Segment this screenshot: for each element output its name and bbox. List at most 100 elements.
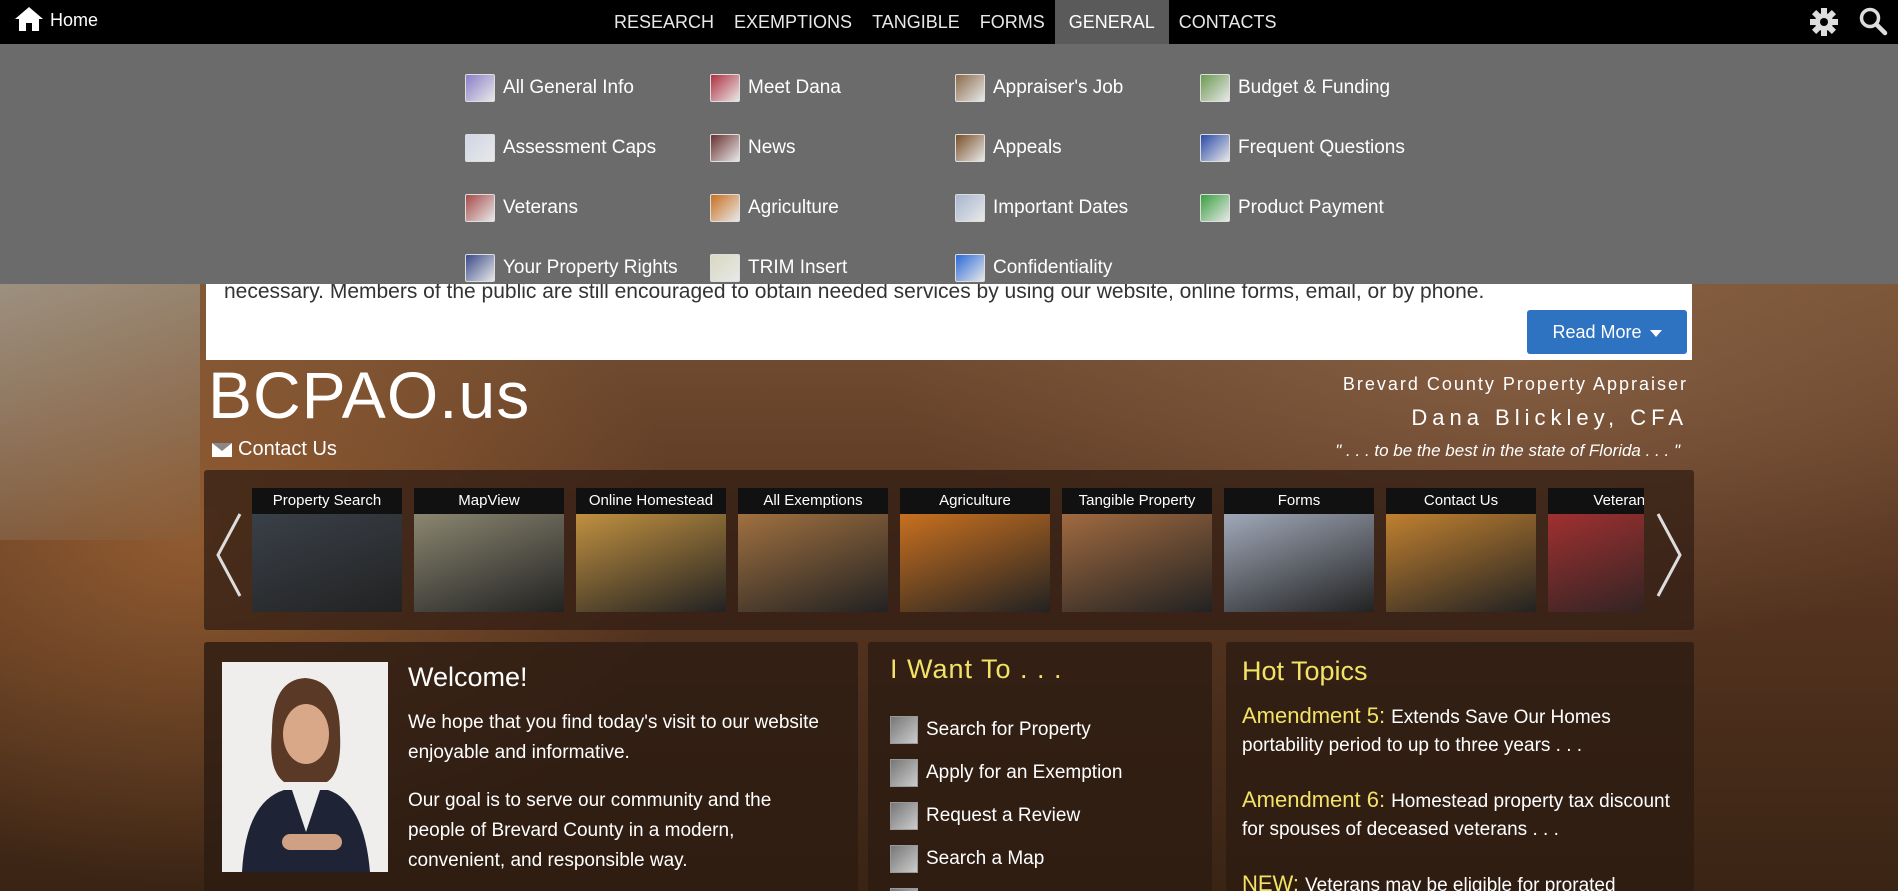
carousel-tile[interactable]: Online Homestead <box>576 488 726 612</box>
carousel-tile[interactable]: Veterans <box>1548 488 1644 612</box>
site-logo[interactable]: BCPAO.us <box>208 362 530 428</box>
menu-item-news[interactable]: News <box>710 118 955 178</box>
top-navigation: Home RESEARCH EXEMPTIONS TANGIBLE FORMS … <box>0 0 1898 44</box>
menu-item-label: Confidentiality <box>993 257 1113 278</box>
carousel-tile[interactable]: All Exemptions <box>738 488 888 612</box>
carousel-tile[interactable]: MapView <box>414 488 564 612</box>
hot-topic-head: Amendment 5: <box>1242 703 1386 728</box>
menu-item-all-general-info[interactable]: All General Info <box>465 58 710 118</box>
org-header: Brevard County Property Appraiser Dana B… <box>1335 374 1688 461</box>
menu-item-label: Important Dates <box>993 197 1129 218</box>
i-want-to-panel: I Want To . . . Search for Property Apply… <box>868 642 1212 891</box>
building-icon <box>890 715 918 744</box>
hot-topic-item[interactable]: Amendment 5: Extends Save Our Homes porta… <box>1242 702 1682 760</box>
hot-topic-item[interactable]: NEW: Veterans may be eligible for prorate… <box>1242 870 1682 891</box>
carousel-tiles: Property Search MapView Online Homestead Al… <box>252 488 1644 612</box>
lock-icon <box>955 254 985 282</box>
carousel-tile-label: Property Search <box>252 488 402 514</box>
carousel-tile-label: Contact Us <box>1386 488 1536 514</box>
carousel-tile-label: Tangible Property <box>1062 488 1212 514</box>
hot-topic-item[interactable]: Amendment 6: Homestead property tax disco… <box>1242 786 1682 844</box>
nav-tangible[interactable]: TANGIBLE <box>862 0 970 44</box>
menu-item-frequent-questions[interactable]: Frequent Questions <box>1200 118 1445 178</box>
nav-contacts[interactable]: CONTACTS <box>1169 0 1287 44</box>
carousel-tile[interactable]: Forms <box>1224 488 1374 612</box>
carousel-tile-image <box>576 514 726 612</box>
carousel-tile-image <box>1062 514 1212 612</box>
carousel-tile-label: Veterans <box>1548 488 1644 514</box>
carousel-tile-label: MapView <box>414 488 564 514</box>
menu-item-label: Meet Dana <box>748 77 841 98</box>
menu-item-trim-insert[interactable]: TRIM Insert <box>710 238 955 298</box>
i-want-to-item[interactable]: Report Homestead Fraud <box>890 880 1140 891</box>
menu-item-label: News <box>748 137 796 158</box>
carousel-tile[interactable]: Property Search <box>252 488 402 612</box>
home-link[interactable]: Home <box>14 6 98 32</box>
menu-item-meet-dana[interactable]: Meet Dana <box>710 58 955 118</box>
contact-us-label: Contact Us <box>238 438 337 460</box>
menu-item-budget-funding[interactable]: Budget & Funding <box>1200 58 1445 118</box>
read-more-button[interactable]: Read More <box>1527 310 1687 354</box>
i-want-to-item[interactable]: Apply for an Exemption <box>890 751 1140 794</box>
carousel-tile-image <box>1224 514 1374 612</box>
nav-exemptions[interactable]: EXEMPTIONS <box>724 0 862 44</box>
gear-icon[interactable] <box>1808 6 1840 38</box>
pen-icon <box>465 134 495 162</box>
i-want-to-label: Search for Property <box>926 718 1091 740</box>
i-want-to-list: Search for Property Apply for an Exemptio… <box>890 708 1140 891</box>
map-icon <box>890 844 918 873</box>
quick-links-carousel: Property Search MapView Online Homestead Al… <box>204 470 1694 630</box>
hot-topic-head: Amendment 6: <box>1242 787 1386 812</box>
carousel-tile-image <box>738 514 888 612</box>
i-want-to-item[interactable]: Search a Map <box>890 837 1140 880</box>
veterans-flag-icon <box>465 194 495 222</box>
menu-item-appraiser-s-job[interactable]: Appraiser's Job <box>955 58 1200 118</box>
menu-item-label: TRIM Insert <box>748 257 848 278</box>
contact-us-link[interactable]: Contact Us <box>212 438 337 461</box>
menu-item-veterans[interactable]: Veterans <box>465 178 710 238</box>
nav-forms[interactable]: FORMS <box>970 0 1055 44</box>
menu-item-product-payment[interactable]: Product Payment <box>1200 178 1445 238</box>
home-label: Home <box>50 10 99 30</box>
general-dropdown: All General Info Meet Dana Appraiser's Job… <box>0 44 1898 284</box>
motto: " . . . to be the best in the state of F… <box>1335 441 1680 460</box>
i-want-to-label: Request a Review <box>926 804 1081 826</box>
hot-topic-head: NEW: <box>1242 871 1300 891</box>
nav-research[interactable]: RESEARCH <box>604 0 724 44</box>
flag-icon <box>710 74 740 102</box>
welcome-panel: Welcome! We hope that you find today's v… <box>204 642 858 891</box>
carousel-tile[interactable]: Tangible Property <box>1062 488 1212 612</box>
search-icon[interactable] <box>1858 6 1888 36</box>
menu-item-agriculture[interactable]: Agriculture <box>710 178 955 238</box>
carousel-next-icon[interactable] <box>1654 510 1684 600</box>
dollar-icon <box>1200 194 1230 222</box>
surf-overlay <box>0 280 200 540</box>
menu-item-label: Agriculture <box>748 197 839 218</box>
gavel-icon <box>955 134 985 162</box>
star-badge-icon <box>465 254 495 282</box>
i-want-to-item[interactable]: Request a Review <box>890 794 1140 837</box>
read-more-label: Read More <box>1552 322 1642 342</box>
menu-item-assessment-caps[interactable]: Assessment Caps <box>465 118 710 178</box>
menu-item-important-dates[interactable]: Important Dates <box>955 178 1200 238</box>
carousel-tile-image <box>252 514 402 612</box>
carousel-tile-image <box>414 514 564 612</box>
seal-icon <box>710 254 740 282</box>
menu-item-confidentiality[interactable]: Confidentiality <box>955 238 1200 298</box>
carousel-prev-icon[interactable] <box>214 510 244 600</box>
i-want-to-title: I Want To . . . <box>890 654 1063 684</box>
i-want-to-item[interactable]: Search for Property <box>890 708 1140 751</box>
hot-topics-panel: Hot Topics Amendment 5: Extends Save Our … <box>1226 642 1694 891</box>
nav-general[interactable]: GENERAL <box>1054 0 1169 44</box>
carousel-tile-label: All Exemptions <box>738 488 888 514</box>
menu-item-your-property-rights[interactable]: Your Property Rights <box>465 238 710 298</box>
info-collage-icon <box>465 74 495 102</box>
carousel-tile[interactable]: Agriculture <box>900 488 1050 612</box>
fireworks-icon <box>710 134 740 162</box>
menu-item-label: Appraiser's Job <box>993 77 1124 98</box>
caret-down-icon <box>1649 329 1662 337</box>
menu-item-label: Budget & Funding <box>1238 77 1391 98</box>
welcome-title: Welcome! <box>408 662 528 692</box>
menu-item-appeals[interactable]: Appeals <box>955 118 1200 178</box>
carousel-tile[interactable]: Contact Us <box>1386 488 1536 612</box>
